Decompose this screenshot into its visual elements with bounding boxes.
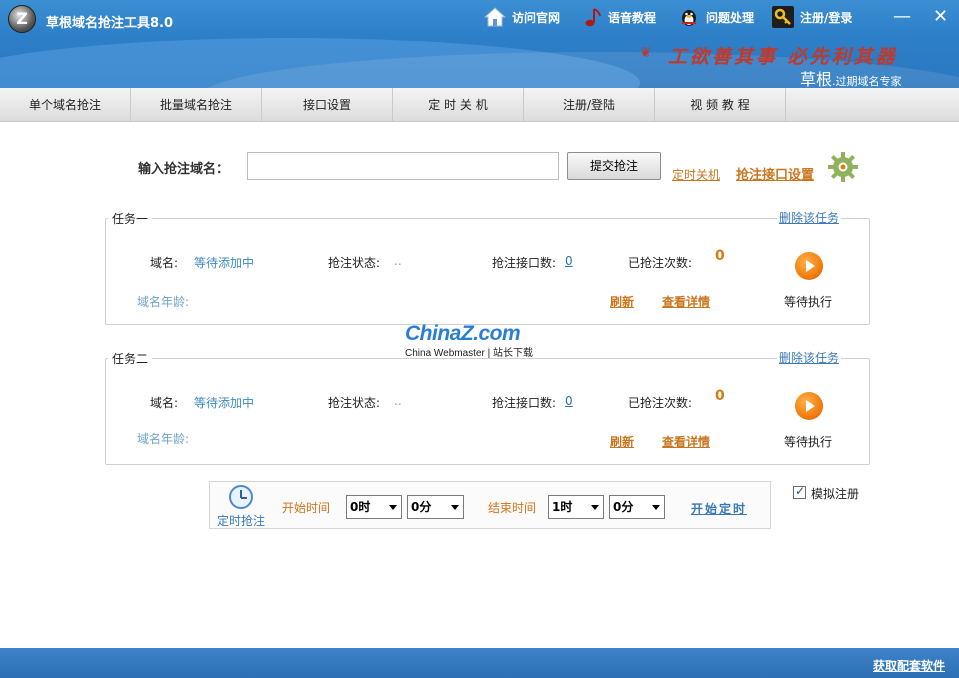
domain-label: 域名: <box>150 256 179 270</box>
start-timer-button[interactable]: 开始定时 <box>691 500 747 517</box>
banner-slogan: 工欲善其事 必先利其器 <box>668 46 898 68</box>
start-time-label: 开始时间 <box>282 501 331 515</box>
nav-voice-tutorial-label: 语音教程 <box>608 10 657 25</box>
attempt-count-value: 0 <box>715 388 725 404</box>
start-minute-select[interactable]: 0分 <box>407 495 464 519</box>
start-hour-select[interactable]: 0时 <box>346 495 402 519</box>
chevron-down-icon <box>389 505 397 510</box>
simulate-register-checkbox[interactable] <box>793 484 806 499</box>
tab-timer-shutdown[interactable]: 定 时 关 机 <box>393 88 524 122</box>
music-note-icon <box>585 8 601 27</box>
domain-value: 等待添加中 <box>194 256 255 270</box>
play-icon[interactable] <box>795 252 823 280</box>
refresh-link[interactable]: 刷新 <box>610 433 634 450</box>
interface-count-value[interactable]: 0 <box>565 254 573 268</box>
domain-input[interactable] <box>247 152 559 180</box>
main-tab-bar: 单个域名抢注 批量域名抢注 接口设置 定 时 关 机 注册/登陆 视 频 教 程 <box>0 88 959 122</box>
chevron-down-icon <box>451 505 459 510</box>
brand-subtitle: .过期域名专家 <box>832 75 902 88</box>
start-hour-value: 0时 <box>350 500 371 514</box>
get-companion-software-link[interactable]: 获取配套软件 <box>873 657 945 674</box>
delete-task-link[interactable]: 删除该任务 <box>777 209 842 226</box>
chevron-down-icon <box>652 505 660 510</box>
attempt-count-label: 已抢注次数: <box>628 256 693 270</box>
app-logo-icon: Z <box>8 5 36 33</box>
interface-count-label: 抢注接口数: <box>492 396 557 410</box>
timer-shutdown-link[interactable]: 定时关机 <box>672 166 720 183</box>
domain-input-label: 输入抢注域名： <box>138 162 230 177</box>
attempt-count-label: 已抢注次数: <box>628 396 693 410</box>
tab-register-login[interactable]: 注册/登陆 <box>524 88 655 122</box>
task-title: 任务二 <box>108 350 153 367</box>
nav-visit-site-label: 访问官网 <box>512 10 561 25</box>
footer-bar: 获取配套软件 <box>0 648 959 678</box>
status-label: 抢注状态: <box>328 396 381 410</box>
title-bar: Z 草根域名抢注工具8.0 访问官网 语音教程 问题处理 注册/登录 — ✕ ❦… <box>0 0 959 88</box>
nav-issue-handling[interactable]: 问题处理 <box>678 6 754 28</box>
status-value: .. <box>394 254 402 268</box>
end-hour-value: 1时 <box>552 500 573 514</box>
interface-count-value[interactable]: 0 <box>565 394 573 408</box>
task-title: 任务一 <box>108 210 153 227</box>
qq-penguin-icon <box>682 10 696 26</box>
app-title: 草根域名抢注工具8.0 <box>46 16 174 31</box>
task-panel <box>105 218 870 325</box>
simulate-register-label: 模拟注册 <box>811 487 860 501</box>
schedule-label: 定时抢注 <box>217 514 266 528</box>
home-icon <box>484 7 506 27</box>
status-value: .. <box>394 394 402 408</box>
gear-icon[interactable] <box>827 151 859 183</box>
end-minute-select[interactable]: 0分 <box>609 495 665 519</box>
interface-settings-link[interactable]: 抢注接口设置 <box>736 164 814 183</box>
watermark-text: ChinaZ.com <box>405 322 521 345</box>
view-details-link[interactable]: 查看详情 <box>662 433 710 450</box>
close-button[interactable]: ✕ <box>933 6 948 27</box>
brand-name: 草根 <box>800 70 833 88</box>
start-minute-value: 0分 <box>411 500 432 514</box>
nav-issue-handling-label: 问题处理 <box>706 10 755 25</box>
task-state: 等待执行 <box>784 435 833 449</box>
tab-video-tutorial[interactable]: 视 频 教 程 <box>655 88 786 122</box>
minimize-button[interactable]: — <box>893 6 911 27</box>
attempt-count-value: 0 <box>715 248 725 264</box>
banner-brand: 草根.过期域名专家 <box>800 66 902 88</box>
task-state: 等待执行 <box>784 295 833 309</box>
view-details-link[interactable]: 查看详情 <box>662 293 710 310</box>
tab-interface-settings[interactable]: 接口设置 <box>262 88 393 122</box>
watermark-subtext: China Webmaster | 站长下载 <box>405 348 534 359</box>
key-icon <box>772 6 794 28</box>
tab-batch-domain[interactable]: 批量域名抢注 <box>131 88 262 122</box>
domain-value: 等待添加中 <box>194 396 255 410</box>
interface-count-label: 抢注接口数: <box>492 256 557 270</box>
delete-task-link[interactable]: 删除该任务 <box>777 349 842 366</box>
end-hour-select[interactable]: 1时 <box>548 495 604 519</box>
task-panel <box>105 358 870 465</box>
watermark-logo: ChinaZ.com China Webmaster | 站长下载 <box>405 322 533 359</box>
nav-register-login-label: 注册/登录 <box>800 10 853 25</box>
nav-register-login[interactable]: 注册/登录 <box>772 6 852 28</box>
nav-voice-tutorial[interactable]: 语音教程 <box>580 6 656 28</box>
domain-age-label: 域名年龄: <box>137 295 190 309</box>
seal-icon: ❦ <box>640 45 652 61</box>
end-minute-value: 0分 <box>613 500 634 514</box>
chevron-down-icon <box>591 505 599 510</box>
submit-button[interactable]: 提交抢注 <box>567 152 661 180</box>
clock-icon <box>229 485 253 509</box>
status-label: 抢注状态: <box>328 256 381 270</box>
play-icon[interactable] <box>795 392 823 420</box>
nav-visit-site[interactable]: 访问官网 <box>484 6 560 28</box>
end-time-label: 结束时间 <box>488 501 537 515</box>
domain-label: 域名: <box>150 396 179 410</box>
domain-age-label: 域名年龄: <box>137 432 190 446</box>
tab-single-domain[interactable]: 单个域名抢注 <box>0 88 131 122</box>
refresh-link[interactable]: 刷新 <box>610 293 634 310</box>
